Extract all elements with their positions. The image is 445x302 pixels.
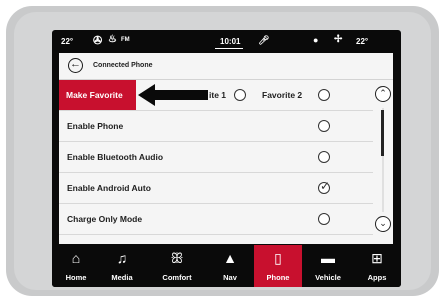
favorite-row: Make Favorite ite 1 Favorite 2 — [59, 80, 373, 111]
scrollbar-thumb[interactable] — [381, 110, 384, 156]
enable-android-auto-label: Enable Android Auto — [67, 183, 151, 193]
enable-android-auto-radio[interactable] — [318, 179, 330, 194]
car-icon: ▬ — [321, 250, 335, 266]
nav-phone[interactable]: ▯ Phone — [254, 245, 302, 287]
nav-apps[interactable]: ⊞ Apps — [353, 245, 401, 287]
list-item[interactable]: Enable Phone — [59, 111, 373, 142]
charge-only-mode-radio[interactable] — [318, 213, 330, 225]
pointer-arrow-icon — [138, 84, 208, 106]
favorite-1-label: ite 1 — [209, 90, 227, 100]
temperature-right: 22° — [356, 37, 369, 46]
enable-phone-label: Enable Phone — [67, 121, 124, 131]
scroll-up-icon[interactable]: ⌃ — [375, 86, 391, 102]
status-bar: 22° ✇ ♨ FM 10:01 🎤︎ ● ✢ 22° — [52, 30, 401, 52]
nav-label: Apps — [367, 273, 387, 282]
climate-icon[interactable]: ✇ — [93, 34, 102, 47]
music-note-icon: ♫ — [116, 250, 128, 266]
fan-icon[interactable]: ✢ — [334, 34, 342, 45]
notification-bell-icon[interactable]: ● — [313, 35, 318, 45]
back-arrow-icon[interactable]: ← — [68, 58, 83, 73]
enable-bluetooth-audio-radio[interactable] — [318, 151, 330, 163]
favorite-2-radio[interactable] — [318, 89, 330, 101]
enable-phone-radio[interactable] — [318, 120, 330, 132]
bottom-nav: ⌂ Home ♫ Media ꕥ Comfort ▲ Nav ▯ Phone ▬… — [52, 245, 401, 287]
nav-comfort[interactable]: ꕥ Comfort — [153, 245, 201, 287]
apps-grid-icon: ⊞ — [371, 250, 383, 266]
page-title: Connected Phone — [93, 62, 153, 69]
list-item[interactable]: Charge Only Mode — [59, 204, 373, 235]
radio-band: FM — [121, 37, 130, 43]
touchscreen: 22° ✇ ♨ FM 10:01 🎤︎ ● ✢ 22° ← Connected … — [52, 30, 401, 287]
nav-label: Media — [111, 273, 133, 282]
scroll-down-icon[interactable]: ⌄ — [375, 216, 391, 232]
nav-label: Comfort — [162, 273, 192, 282]
navigation-arrow-icon: ▲ — [223, 250, 237, 266]
temperature-left: 22° — [61, 37, 74, 46]
phone-icon: ▯ — [274, 250, 282, 266]
seat-icon: ꕥ — [170, 250, 184, 266]
nav-label: Nav — [223, 273, 237, 282]
list-item[interactable]: Enable Bluetooth Audio — [59, 142, 373, 173]
panel-header: ← Connected Phone — [59, 53, 393, 80]
enable-bluetooth-audio-label: Enable Bluetooth Audio — [67, 152, 164, 162]
list-item[interactable]: Enable Android Auto — [59, 173, 373, 204]
nav-media[interactable]: ♫ Media — [98, 245, 146, 287]
settings-panel: ← Connected Phone Make Favorite ite 1 Fa… — [59, 53, 393, 244]
nav-nav[interactable]: ▲ Nav — [206, 245, 254, 287]
nav-vehicle[interactable]: ▬ Vehicle — [304, 245, 352, 287]
make-favorite-button[interactable]: Make Favorite — [59, 80, 136, 110]
nav-home[interactable]: ⌂ Home — [52, 245, 100, 287]
favorite-1-radio[interactable] — [234, 89, 246, 101]
heated-seat-icon[interactable]: ♨ — [108, 34, 117, 45]
clock-underline — [215, 48, 243, 49]
nav-label: Vehicle — [315, 273, 341, 282]
home-icon: ⌂ — [71, 250, 81, 266]
microphone-icon[interactable]: 🎤︎ — [258, 35, 269, 46]
make-favorite-label: Make Favorite — [66, 90, 123, 100]
charge-only-mode-label: Charge Only Mode — [67, 214, 143, 224]
nav-label: Phone — [266, 273, 290, 282]
favorite-2-label: Favorite 2 — [262, 90, 303, 100]
clock: 10:01 — [220, 37, 241, 46]
nav-label: Home — [65, 273, 87, 282]
